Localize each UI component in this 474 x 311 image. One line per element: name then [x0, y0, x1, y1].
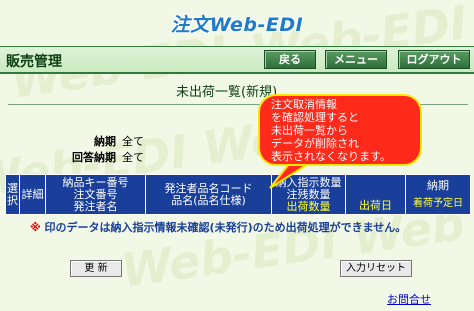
callout-text: 注文取消情報 を確認処理すると 未出荷一覧から データが削除され 表示されなくな… [271, 98, 391, 163]
